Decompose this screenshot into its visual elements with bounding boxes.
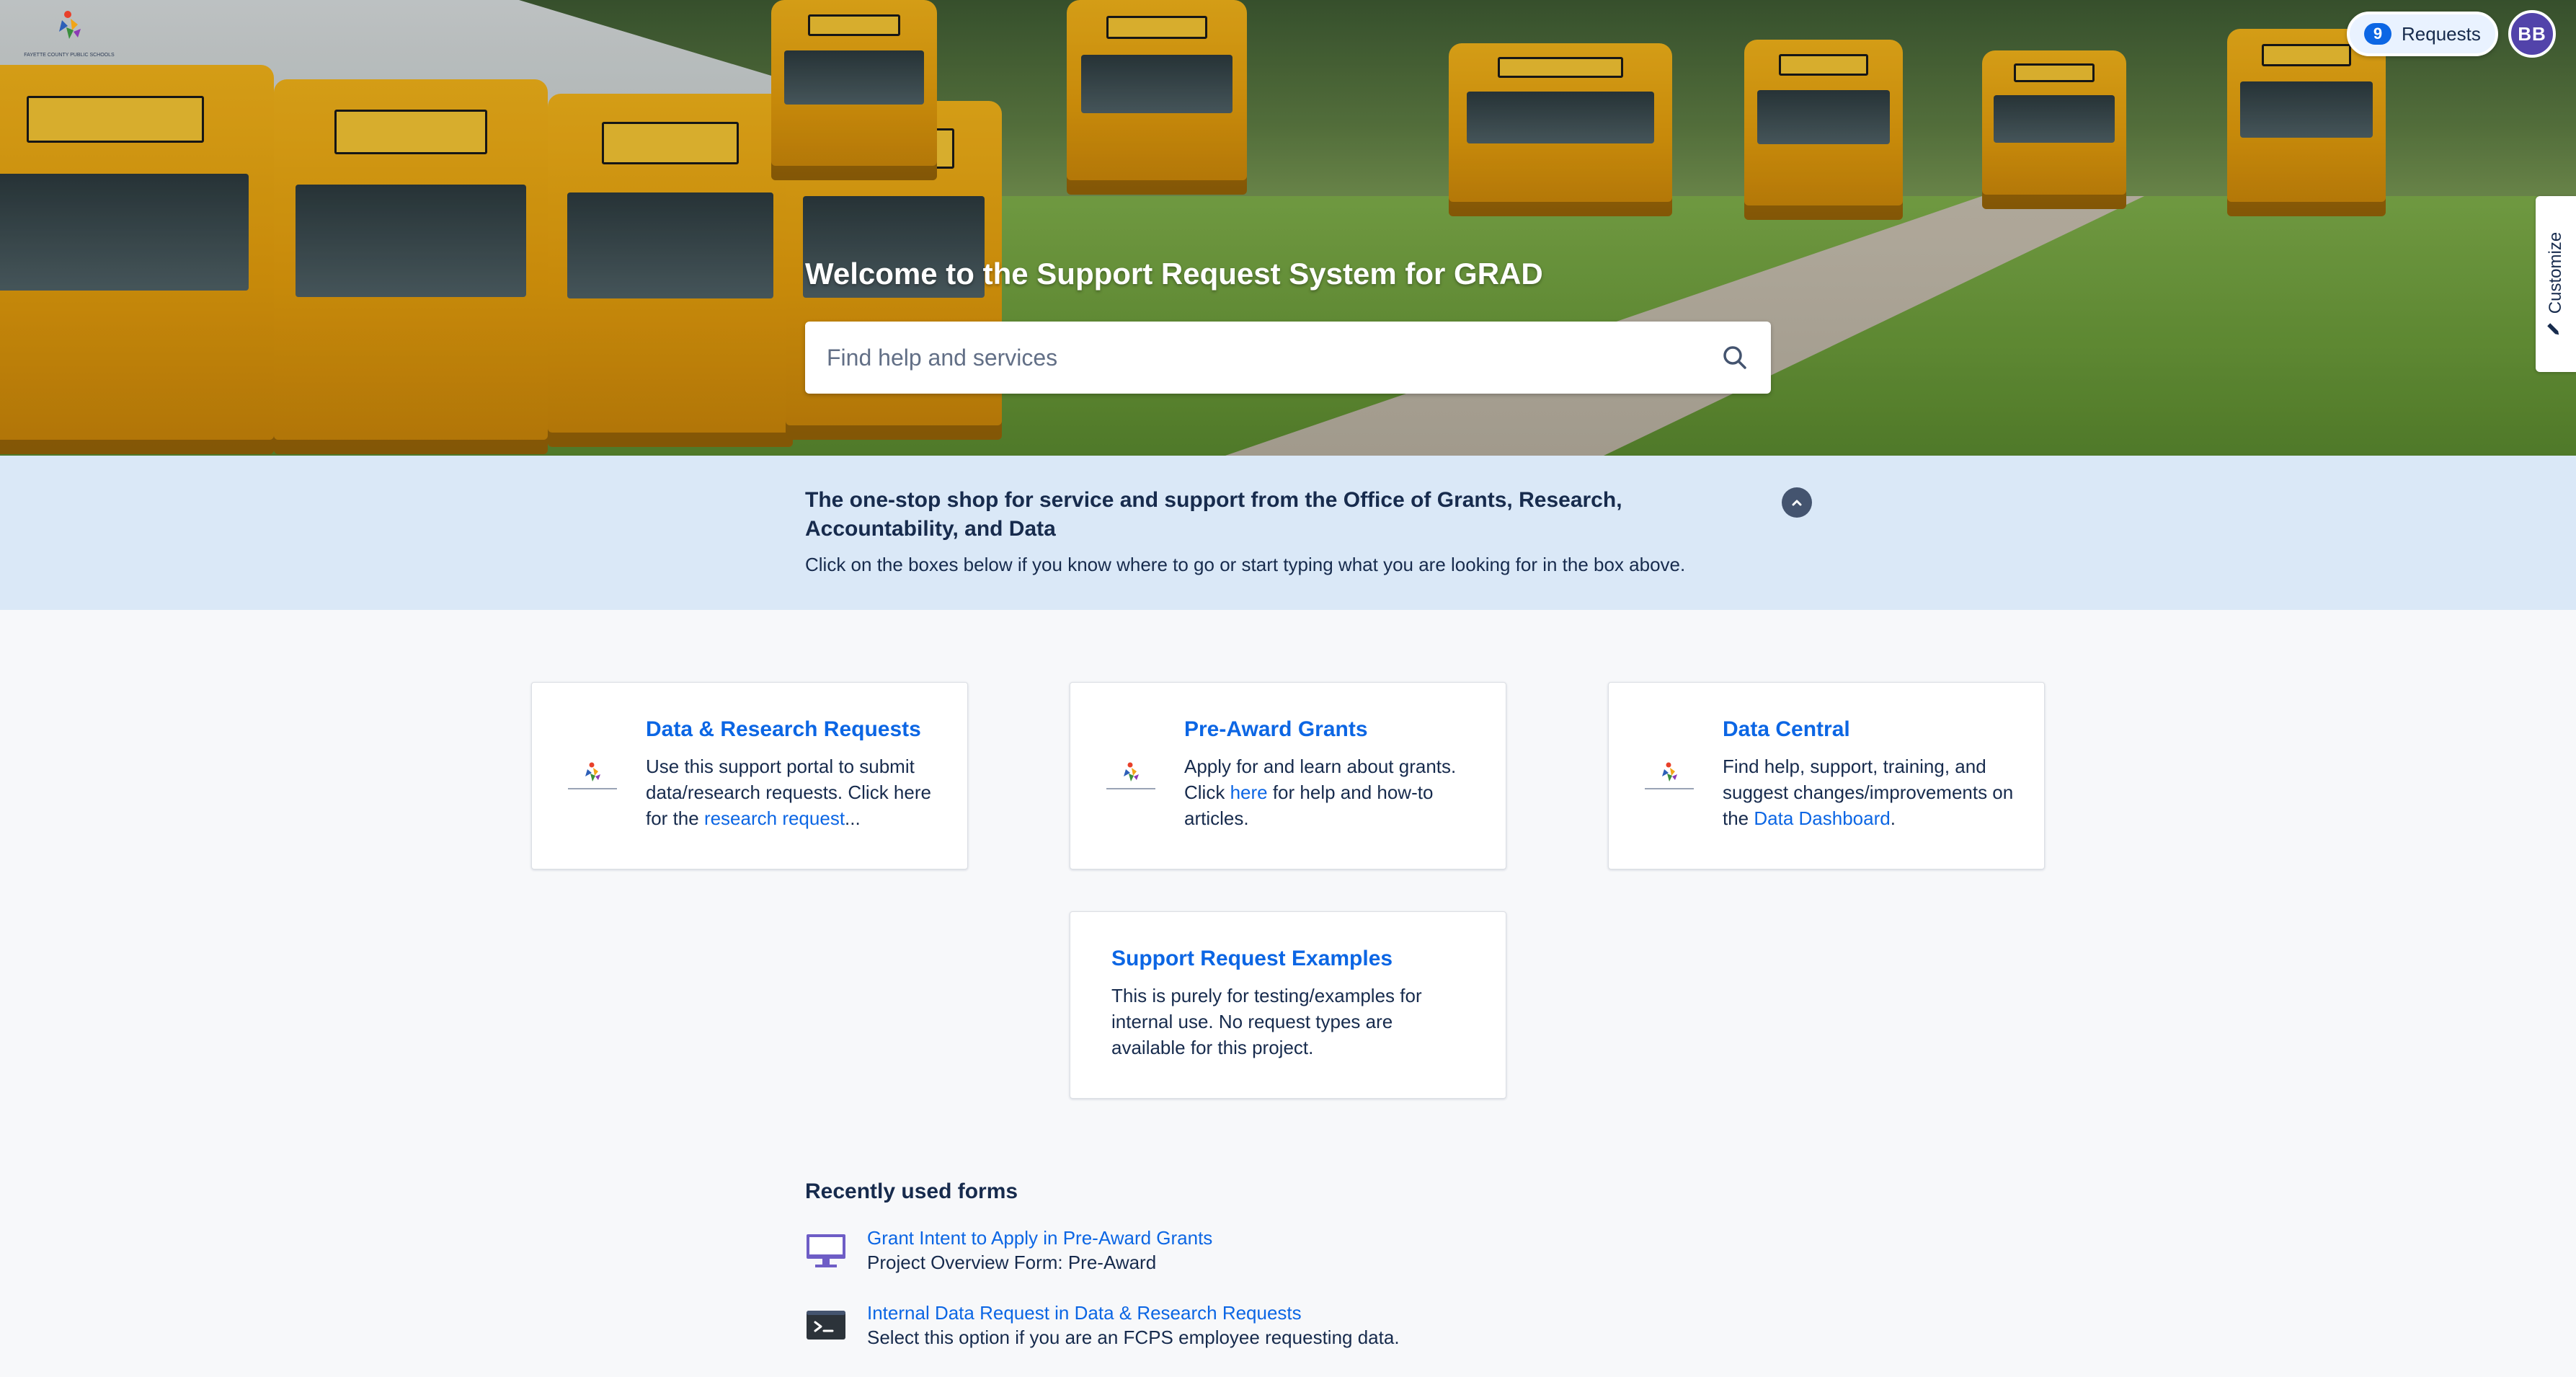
card-pre-award-grants[interactable]: Pre-Award Grants Apply for and learn abo…: [1070, 682, 1506, 869]
card-data-research-requests[interactable]: Data & Research Requests Use this suppor…: [531, 682, 968, 869]
page-title: Welcome to the Support Request System fo…: [805, 257, 1543, 291]
fcps-logo[interactable]: FAYETTE COUNTY PUBLIC SCHOOLS: [19, 7, 120, 62]
search-icon[interactable]: [1699, 322, 1771, 394]
requests-button[interactable]: 9 Requests: [2347, 12, 2498, 56]
portal-logo-icon: [1106, 762, 1155, 789]
card-description: This is purely for testing/examples for …: [1111, 985, 1422, 1058]
card-description-text: .: [1890, 807, 1896, 829]
card-description: Use this support portal to submit data/r…: [646, 753, 949, 831]
card-title[interactable]: Data & Research Requests: [646, 717, 921, 742]
hero-banner: FAYETTE COUNTY PUBLIC SCHOOLS 9 Requests…: [0, 0, 2576, 456]
search-box: [805, 322, 1771, 394]
recent-form-item: Grant Intent to Apply in Pre-Award Grant…: [805, 1227, 1814, 1278]
portal-logo-icon: [1645, 762, 1694, 789]
recent-form-description: Select this option if you are an FCPS em…: [867, 1327, 1400, 1348]
pencil-icon: [2546, 321, 2567, 337]
card-title[interactable]: Support Request Examples: [1111, 947, 1393, 971]
card-description: Apply for and learn about grants. Click …: [1184, 753, 1487, 831]
card-title[interactable]: Pre-Award Grants: [1184, 717, 1368, 742]
card-title[interactable]: Data Central: [1723, 717, 1850, 742]
user-avatar[interactable]: BB: [2508, 10, 2556, 58]
search-input[interactable]: [805, 322, 1699, 394]
banner-description: Click on the boxes below if you know whe…: [805, 554, 1686, 575]
monitor-icon: [807, 1234, 845, 1267]
card-description: Find help, support, training, and sugges…: [1723, 753, 2025, 831]
requests-label: Requests: [2402, 22, 2481, 45]
data-dashboard-link[interactable]: Data Dashboard: [1754, 807, 1890, 829]
chevron-up-icon: [1792, 500, 1802, 506]
card-data-central[interactable]: Data Central Find help, support, trainin…: [1608, 682, 2045, 869]
customize-label: Customize: [2546, 231, 2565, 314]
requests-count-badge: 9: [2364, 23, 2391, 45]
portal-logo-icon: [568, 762, 617, 789]
research-request-link[interactable]: research request: [704, 807, 845, 829]
recent-form-item: Internal Data Request in Data & Research…: [805, 1302, 1814, 1352]
recent-form-link[interactable]: Grant Intent to Apply in Pre-Award Grant…: [867, 1227, 1212, 1249]
recent-form-description: Project Overview Form: Pre-Award: [867, 1252, 1157, 1273]
recent-forms-heading: Recently used forms: [805, 1179, 1018, 1203]
customize-button[interactable]: Customize: [2536, 196, 2576, 372]
svg-text:FAYETTE COUNTY PUBLIC SCHOOLS: FAYETTE COUNTY PUBLIC SCHOOLS: [24, 53, 115, 58]
card-description-text: ...: [845, 807, 861, 829]
banner-title: The one-stop shop for service and suppor…: [805, 488, 1622, 541]
info-banner: The one-stop shop for service and suppor…: [0, 456, 2576, 610]
terminal-icon: [807, 1311, 845, 1340]
collapse-banner-button[interactable]: [1782, 487, 1812, 518]
recent-form-link[interactable]: Internal Data Request in Data & Research…: [867, 1302, 1302, 1324]
card-support-request-examples[interactable]: Support Request Examples This is purely …: [1070, 911, 1506, 1099]
here-link[interactable]: here: [1230, 782, 1268, 803]
